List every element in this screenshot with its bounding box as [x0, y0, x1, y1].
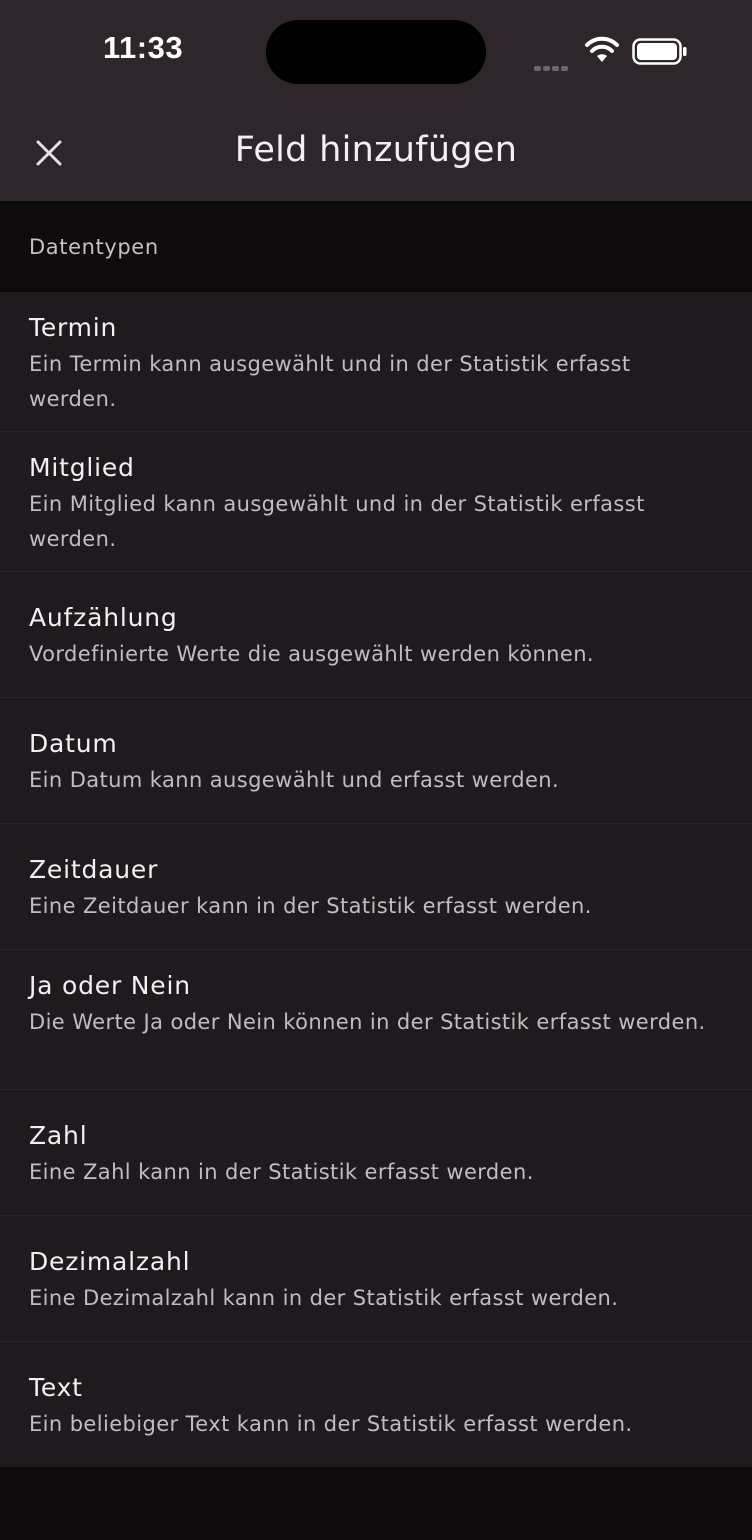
- item-description: Eine Zahl kann in der Statistik erfasst …: [29, 1160, 534, 1184]
- dynamic-island: [266, 20, 486, 84]
- item-title: Zahl: [29, 1121, 88, 1150]
- item-description: Ein Termin kann ausgewählt und in der St…: [29, 352, 631, 411]
- item-title: Text: [29, 1373, 83, 1402]
- item-description: Ein Mitglied kann ausgewählt und in der …: [29, 492, 645, 551]
- list-item-mitglied[interactable]: Mitglied Ein Mitglied kann ausgewählt un…: [0, 432, 752, 572]
- status-time: 11:33: [103, 30, 184, 65]
- item-description: Die Werte Ja oder Nein können in der Sta…: [29, 1010, 706, 1034]
- item-title: Mitglied: [29, 453, 135, 482]
- section-label: Datentypen: [29, 235, 159, 259]
- signal-icon: [534, 56, 570, 75]
- list-item-text[interactable]: Text Ein beliebiger Text kann in der Sta…: [0, 1342, 752, 1468]
- list-item-ja-oder-nein[interactable]: Ja oder Nein Die Werte Ja oder Nein könn…: [0, 950, 752, 1090]
- item-title: Aufzählung: [29, 603, 178, 632]
- item-title: Dezimalzahl: [29, 1247, 191, 1276]
- list-item-zahl[interactable]: Zahl Eine Zahl kann in der Statistik erf…: [0, 1090, 752, 1216]
- battery-icon: [632, 38, 687, 65]
- item-description: Eine Zeitdauer kann in der Statistik erf…: [29, 894, 592, 918]
- item-description: Eine Dezimalzahl kann in der Statistik e…: [29, 1286, 619, 1310]
- top-bar: 11:33 Feld hinzufügen: [0, 0, 752, 201]
- list-item-dezimalzahl[interactable]: Dezimalzahl Eine Dezimalzahl kann in der…: [0, 1216, 752, 1342]
- page-title: Feld hinzufügen: [234, 130, 518, 170]
- item-title: Termin: [29, 313, 118, 342]
- item-title: Zeitdauer: [29, 855, 159, 884]
- list-item-termin[interactable]: Termin Ein Termin kann ausgewählt und in…: [0, 292, 752, 432]
- item-description: Ein Datum kann ausgewählt und erfasst we…: [29, 768, 560, 792]
- list-item-datum[interactable]: Datum Ein Datum kann ausgewählt und erfa…: [0, 698, 752, 824]
- bottom-area: [0, 1467, 752, 1540]
- item-title: Datum: [29, 729, 118, 758]
- wifi-icon: [585, 36, 619, 62]
- item-title: Ja oder Nein: [29, 971, 191, 1000]
- item-description: Ein beliebiger Text kann in der Statisti…: [29, 1412, 633, 1436]
- section-header: Datentypen: [0, 201, 752, 292]
- list-item-aufzaehlung[interactable]: Aufzählung Vordefinierte Werte die ausge…: [0, 572, 752, 698]
- status-icons: [530, 32, 690, 72]
- list-item-zeitdauer[interactable]: Zeitdauer Eine Zeitdauer kann in der Sta…: [0, 824, 752, 950]
- item-description: Vordefinierte Werte die ausgewählt werde…: [29, 642, 594, 666]
- datatype-list: Termin Ein Termin kann ausgewählt und in…: [0, 292, 752, 1468]
